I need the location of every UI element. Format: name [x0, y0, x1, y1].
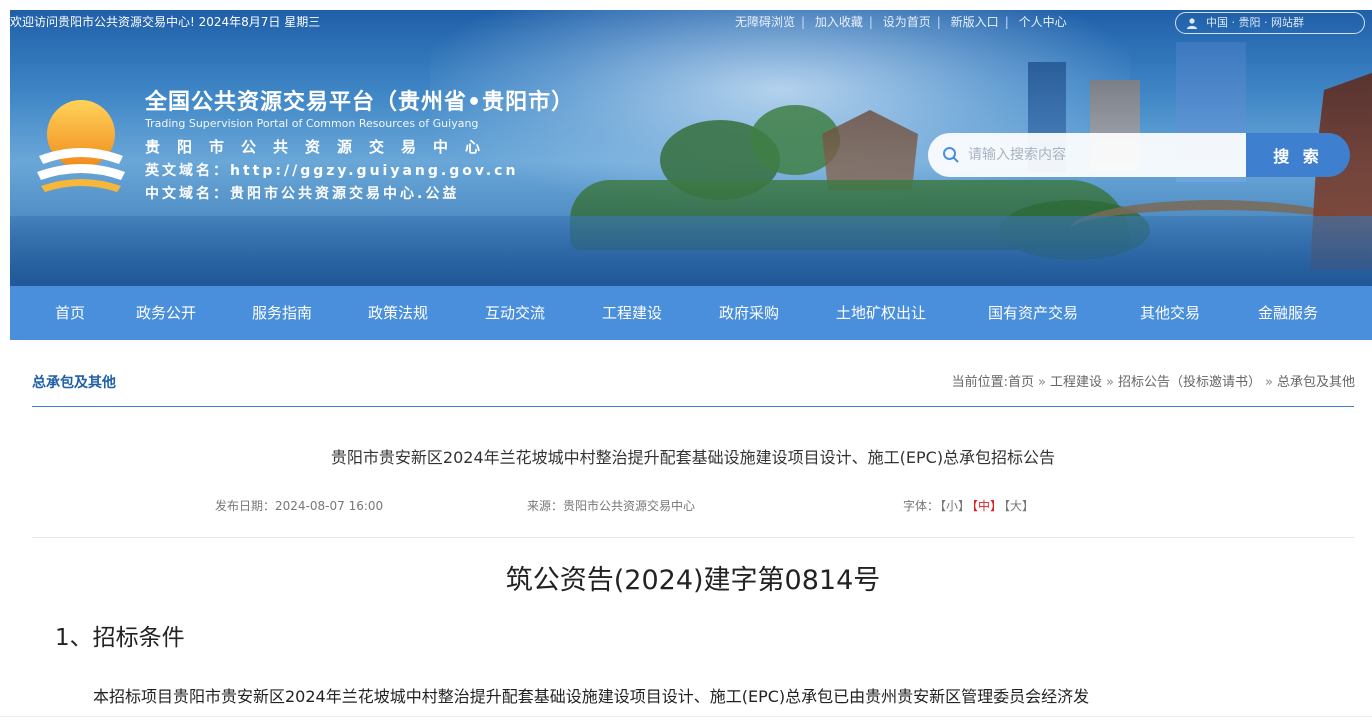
top-links: 无障碍浏览 | 加入收藏 | 设为首页 | 新版入口 | 个人中心: [732, 10, 1070, 34]
add-favorite-link[interactable]: 加入收藏: [815, 15, 863, 29]
search-icon: [943, 147, 959, 163]
set-homepage-link[interactable]: 设为首页: [883, 15, 931, 29]
article-title: 贵阳市贵安新区2024年兰花坡城中村整治提升配套基础设施建设项目设计、施工(EP…: [330, 448, 1056, 467]
search-input[interactable]: [968, 133, 1248, 177]
banner-water: [10, 216, 1372, 286]
breadcrumb-home[interactable]: 首页: [1008, 375, 1034, 390]
nav-item-state-assets[interactable]: 国有资产交易: [988, 286, 1078, 340]
nav-item-service-guide[interactable]: 服务指南: [252, 286, 312, 340]
source-label: 来源：: [527, 499, 564, 513]
breadcrumb: 当前位置:首页» 工程建设» 招标公告（投标邀请书）» 总承包及其他: [952, 371, 1355, 390]
site-logo-icon[interactable]: [35, 82, 127, 202]
font-size-large-button[interactable]: 【大】: [1004, 499, 1034, 513]
nav-item-construction[interactable]: 工程建设: [602, 286, 662, 340]
breadcrumb-prefix: 当前位置:: [951, 375, 1009, 390]
new-version-link[interactable]: 新版入口: [951, 15, 999, 29]
source-value: 贵阳市公共资源交易中心: [563, 499, 696, 513]
site-group-label: 中国 · 贵阳 · 网站群: [1206, 16, 1304, 29]
search-button[interactable]: 搜 索: [1246, 133, 1350, 177]
article-source: 来源：贵阳市公共资源交易中心: [527, 497, 695, 514]
site-group-button[interactable]: 中国 · 贵阳 · 网站群: [1175, 12, 1365, 34]
top-link-separator: |: [1004, 15, 1009, 29]
nav-item-interaction[interactable]: 互动交流: [485, 286, 545, 340]
header-banner: 欢迎访问贵阳市公共资源交易中心! 2024年8月7日 星期三 无障碍浏览 | 加入…: [10, 10, 1372, 286]
nav-item-gov-affairs[interactable]: 政务公开: [136, 286, 196, 340]
font-size-switcher: 字体：【小】 【中】 【大】: [903, 497, 1035, 514]
nav-item-policies[interactable]: 政策法规: [368, 286, 428, 340]
publish-date-label: 发布日期：: [215, 499, 276, 513]
welcome-text: 欢迎访问贵阳市公共资源交易中心! 2024年8月7日 星期三: [10, 15, 321, 29]
domain-en: 英文域名：http://ggzy.guiyang.gov.cn: [145, 163, 519, 179]
nav-item-home[interactable]: 首页: [55, 286, 85, 340]
font-size-label: 字体：: [903, 499, 940, 513]
section-heading: 1、招标条件: [55, 625, 185, 651]
nav-item-finance[interactable]: 金融服务: [1258, 286, 1318, 340]
domain-cn: 中文域名：贵阳市公共资源交易中心.公益: [145, 186, 460, 202]
publish-date: 发布日期：2024-08-07 16:00: [215, 497, 383, 514]
center-name: 贵阳市公共资源交易中心: [145, 138, 498, 156]
main-nav: 首页 政务公开 服务指南 政策法规 互动交流 工程建设 政府采购 土地矿权出让 …: [10, 286, 1372, 340]
breadcrumb-separator: »: [1265, 375, 1273, 390]
search-box: [928, 133, 1258, 177]
top-link-separator: |: [936, 15, 941, 29]
divider: [0, 716, 1372, 717]
top-link-separator: |: [801, 15, 806, 29]
breadcrumb-construction[interactable]: 工程建设: [1050, 375, 1102, 390]
user-icon: [1187, 18, 1197, 29]
top-link-separator: |: [868, 15, 873, 29]
document-number: 筑公资告(2024)建字第0814号: [505, 565, 881, 596]
site-title-block: 全国公共资源交易平台（贵州省•贵阳市） Trading Supervision …: [145, 84, 574, 203]
top-bar: 欢迎访问贵阳市公共资源交易中心! 2024年8月7日 星期三 无障碍浏览 | 加入…: [10, 10, 1372, 36]
platform-title-en: Trading Supervision Portal of Common Res…: [145, 117, 479, 130]
accessibility-link[interactable]: 无障碍浏览: [735, 15, 795, 29]
platform-title: 全国公共资源交易平台（贵州省•贵阳市）: [145, 90, 575, 115]
breadcrumb-current[interactable]: 总承包及其他: [1277, 375, 1355, 390]
divider: [32, 406, 1354, 407]
publish-date-value: 2024-08-07 16:00: [275, 499, 384, 513]
article-paragraph: 本招标项目贵阳市贵安新区2024年兰花坡城中村整治提升配套基础设施建设项目设计、…: [93, 687, 1090, 706]
font-size-medium-button[interactable]: 【中】: [972, 499, 1002, 513]
nav-item-land-mining[interactable]: 土地矿权出让: [836, 286, 926, 340]
nav-item-procurement[interactable]: 政府采购: [719, 286, 779, 340]
breadcrumb-separator: »: [1106, 375, 1114, 390]
section-title: 总承包及其他: [32, 375, 116, 391]
nav-item-other-trading[interactable]: 其他交易: [1140, 286, 1200, 340]
breadcrumb-separator: »: [1038, 375, 1047, 390]
font-size-small-button[interactable]: 【小】: [940, 499, 970, 513]
breadcrumb-bid-notice[interactable]: 招标公告（投标邀请书）: [1118, 375, 1261, 390]
divider: [32, 537, 1354, 538]
personal-center-link[interactable]: 个人中心: [1019, 15, 1067, 29]
